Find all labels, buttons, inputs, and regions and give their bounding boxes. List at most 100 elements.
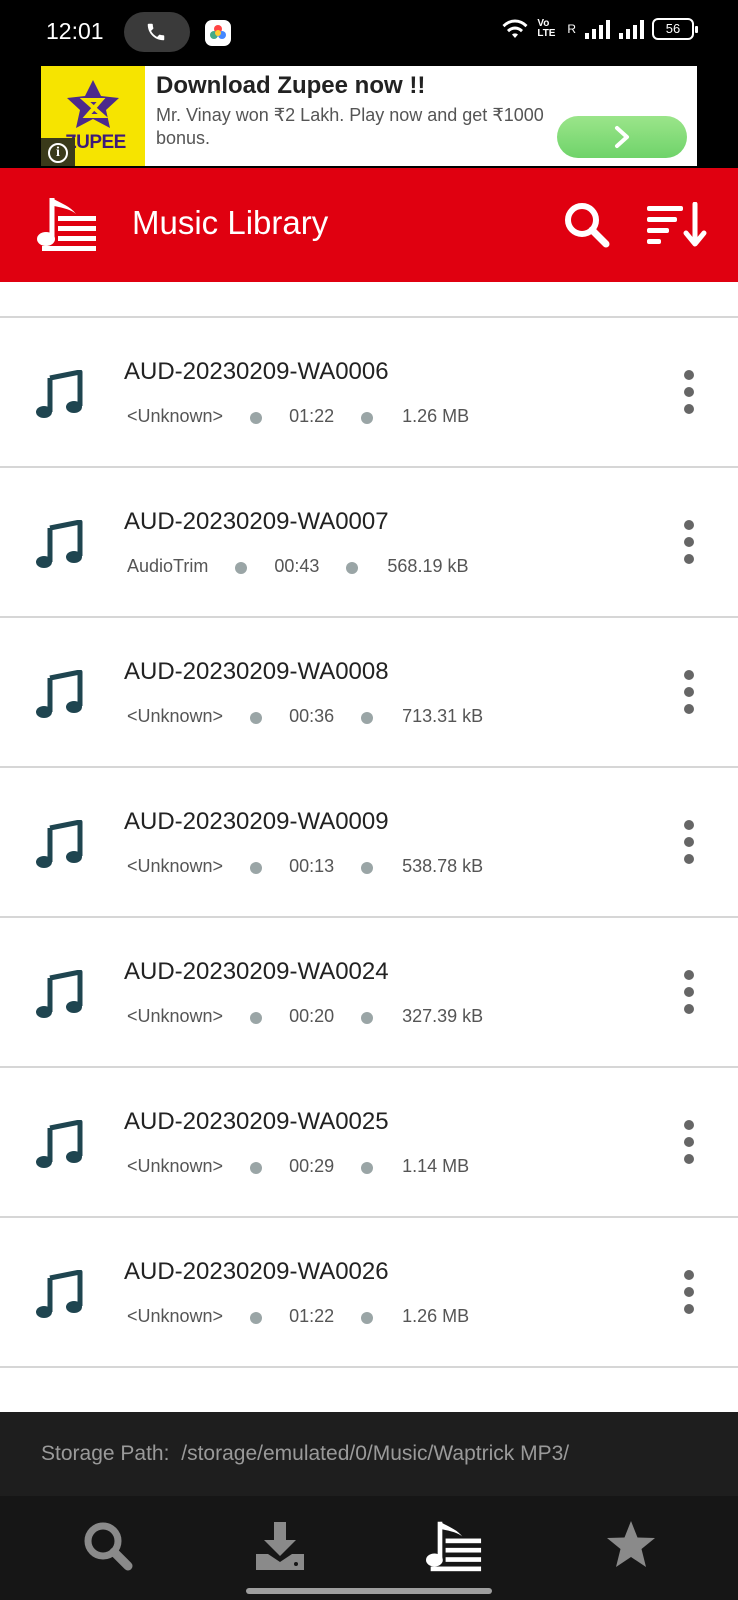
nav-download-icon[interactable] <box>252 1518 308 1574</box>
separator-dot <box>361 862 374 874</box>
track-row[interactable]: AUD-20230209-WA0008 <Unknown> 00:36 713.31 … <box>0 618 738 768</box>
separator-dot <box>361 412 374 424</box>
storage-path-text: Storage Path: /storage/emulated/0/Music/… <box>41 1442 569 1466</box>
separator-dot <box>361 1312 374 1324</box>
track-title: AUD-20230209-WA0007 <box>124 508 389 535</box>
track-row[interactable]: AUD-20230209-WA0026 <Unknown> 01:22 1.26 MB <box>0 1218 738 1368</box>
more-options-icon[interactable] <box>682 1120 696 1166</box>
page-title: Music Library <box>132 204 329 241</box>
ad-banner[interactable]: ZUPEE i Download Zupee now !! Mr. Vinay … <box>41 66 697 166</box>
ad-info-badge[interactable]: i <box>41 138 75 166</box>
more-options-icon[interactable] <box>682 670 696 716</box>
track-title: AUD-20230209-WA0026 <box>124 1258 389 1285</box>
ad-description: Mr. Vinay won ₹2 Lakh. Play now and get … <box>156 105 544 148</box>
app-notification-icon <box>205 20 231 46</box>
bottom-navigation <box>0 1496 738 1600</box>
status-icons: Vo LTE R 56 <box>501 18 698 40</box>
chevron-right-icon <box>615 126 629 148</box>
volte-indicator: Vo LTE <box>537 18 556 39</box>
track-file-size: 1.26 MB <box>402 1306 470 1326</box>
separator-dot <box>250 1162 263 1174</box>
music-note-icon <box>36 369 83 418</box>
more-options-icon[interactable] <box>682 520 696 566</box>
wifi-icon <box>502 19 528 38</box>
track-artist: <Unknown> <box>127 1006 224 1026</box>
phone-icon <box>147 23 165 41</box>
ad-banner-container: ZUPEE i Download Zupee now !! Mr. Vinay … <box>0 64 738 168</box>
track-title: AUD-20230209-WA0008 <box>124 658 389 685</box>
separator-dot <box>250 1012 263 1024</box>
music-note-icon <box>36 519 83 568</box>
track-duration: 00:36 <box>289 706 335 726</box>
ongoing-call-chip[interactable] <box>124 12 190 52</box>
separator-dot <box>361 1012 374 1024</box>
sim-roaming-label: R <box>567 22 576 36</box>
storage-path-value: /storage/emulated/0/Music/Waptrick MP3/ <box>181 1442 570 1465</box>
separator-dot <box>346 562 359 574</box>
more-options-icon[interactable] <box>682 970 696 1016</box>
separator-dot <box>250 412 263 424</box>
track-row[interactable]: AUD-20230209-WA0006 <Unknown> 01:22 1.26 MB <box>0 318 738 468</box>
separator-dot <box>250 1312 263 1324</box>
list-top-divider <box>0 282 738 318</box>
track-artist: <Unknown> <box>127 1156 224 1176</box>
track-duration: 01:22 <box>289 1306 335 1326</box>
music-note-icon <box>36 1269 83 1318</box>
track-row[interactable]: AUD-20230209-WA0025 <Unknown> 00:29 1.14 MB <box>0 1068 738 1218</box>
track-file-size: 1.26 MB <box>402 406 470 426</box>
music-library-logo-icon <box>37 198 96 251</box>
info-icon: i <box>48 143 68 163</box>
track-duration: 00:20 <box>289 1006 335 1026</box>
track-row[interactable]: AUD-20230209-WA0024 <Unknown> 00:20 327.39 … <box>0 918 738 1068</box>
nav-favorites-star-icon[interactable] <box>604 1518 658 1572</box>
track-row[interactable]: AUD-20230209-WA0009 <Unknown> 00:13 538.78 … <box>0 768 738 918</box>
track-duration: 01:22 <box>289 406 335 426</box>
nav-music-library-icon[interactable] <box>424 1518 484 1574</box>
track-title: AUD-20230209-WA0025 <box>124 1108 389 1135</box>
track-file-size: 538.78 kB <box>402 856 484 876</box>
nav-search-icon[interactable] <box>80 1518 136 1574</box>
track-file-size: 327.39 kB <box>402 1006 484 1026</box>
signal-icon-2 <box>619 20 644 39</box>
music-note-icon <box>36 1119 83 1168</box>
track-artist: AudioTrim <box>127 556 209 576</box>
battery-icon: 56 <box>652 18 698 40</box>
status-time: 12:01 <box>46 18 104 44</box>
track-duration: 00:29 <box>289 1156 335 1176</box>
search-icon[interactable] <box>562 200 612 250</box>
separator-dot <box>361 1162 374 1174</box>
more-options-icon[interactable] <box>682 370 696 416</box>
track-title: AUD-20230209-WA0024 <box>124 958 389 985</box>
separator-dot <box>250 712 263 724</box>
track-file-size: 713.31 kB <box>402 706 484 726</box>
track-title: AUD-20230209-WA0006 <box>124 358 389 385</box>
track-file-size: 1.14 MB <box>402 1156 470 1176</box>
track-row[interactable]: AUD-20230209-WA0007 AudioTrim 00:43 568.19 … <box>0 468 738 618</box>
signal-icon <box>585 20 610 39</box>
ad-title: Download Zupee now !! <box>156 72 426 99</box>
status-bar: 12:01 Vo LTE R 56 <box>0 0 738 64</box>
ad-logo: ZUPEE i <box>41 66 145 166</box>
track-file-size: 568.19 kB <box>387 556 469 576</box>
music-note-icon <box>36 669 83 718</box>
track-artist: <Unknown> <box>127 1306 224 1326</box>
music-note-icon <box>36 969 83 1018</box>
separator-dot <box>361 712 374 724</box>
more-options-icon[interactable] <box>682 1270 696 1316</box>
more-options-icon[interactable] <box>682 820 696 866</box>
music-note-icon <box>36 819 83 868</box>
ad-cta-button[interactable] <box>557 116 687 158</box>
track-artist: <Unknown> <box>127 406 224 426</box>
track-artist: <Unknown> <box>127 706 224 726</box>
separator-dot <box>235 562 248 574</box>
sort-icon[interactable] <box>645 202 707 248</box>
app-header: Music Library <box>0 168 738 282</box>
storage-path-label: Storage Path: <box>41 1442 170 1465</box>
track-title: AUD-20230209-WA0009 <box>124 808 389 835</box>
storage-path-bar: Storage Path: /storage/emulated/0/Music/… <box>0 1412 738 1496</box>
track-list[interactable]: AUD-20230209-WA0006 <Unknown> 01:22 1.26 MB… <box>0 282 738 1368</box>
track-duration: 00:43 <box>274 556 320 576</box>
track-artist: <Unknown> <box>127 856 224 876</box>
gesture-handle[interactable] <box>246 1588 492 1594</box>
separator-dot <box>250 862 263 874</box>
